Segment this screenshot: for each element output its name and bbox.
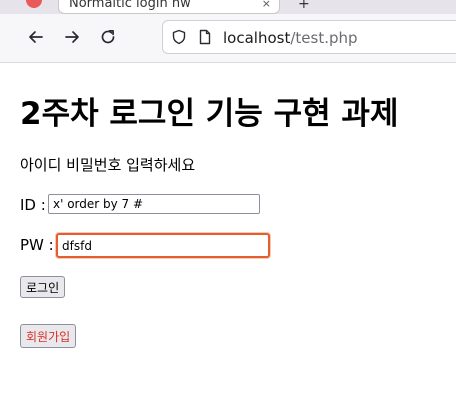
url-host: localhost [223, 29, 291, 47]
forward-button[interactable] [59, 24, 85, 50]
url-text: localhost/test.php [223, 29, 358, 47]
tab-close-icon[interactable]: × [262, 0, 271, 10]
address-bar[interactable]: localhost/test.php [162, 20, 456, 54]
window-close-button[interactable] [26, 0, 42, 8]
login-button[interactable]: 로그인 [20, 276, 66, 298]
new-tab-button[interactable]: + [298, 0, 310, 12]
shield-icon[interactable] [171, 29, 187, 45]
signup-button[interactable]: 회원가입 [20, 324, 77, 348]
instruction-text: 아이디 비밀번호 입력하세요 [20, 156, 196, 174]
pw-input[interactable] [56, 233, 270, 258]
reload-button[interactable] [95, 24, 121, 50]
id-label: ID : [20, 196, 46, 214]
id-input[interactable] [48, 194, 260, 214]
forward-arrow-icon [65, 31, 79, 43]
page-title: 2주차 로그인 기능 구현 과제 [20, 96, 399, 132]
page-icon[interactable] [197, 29, 213, 45]
browser-toolbar: localhost/test.php [0, 14, 456, 63]
back-button[interactable] [23, 24, 49, 50]
pw-label: PW : [20, 236, 54, 254]
tab-title: Normaltic login hw [69, 0, 191, 11]
browser-tab[interactable]: Normaltic login hw × [58, 0, 280, 14]
reload-icon [101, 29, 115, 44]
tab-bar: Normaltic login hw × + [0, 0, 456, 14]
url-path: /test.php [290, 29, 358, 47]
back-arrow-icon [29, 31, 43, 43]
